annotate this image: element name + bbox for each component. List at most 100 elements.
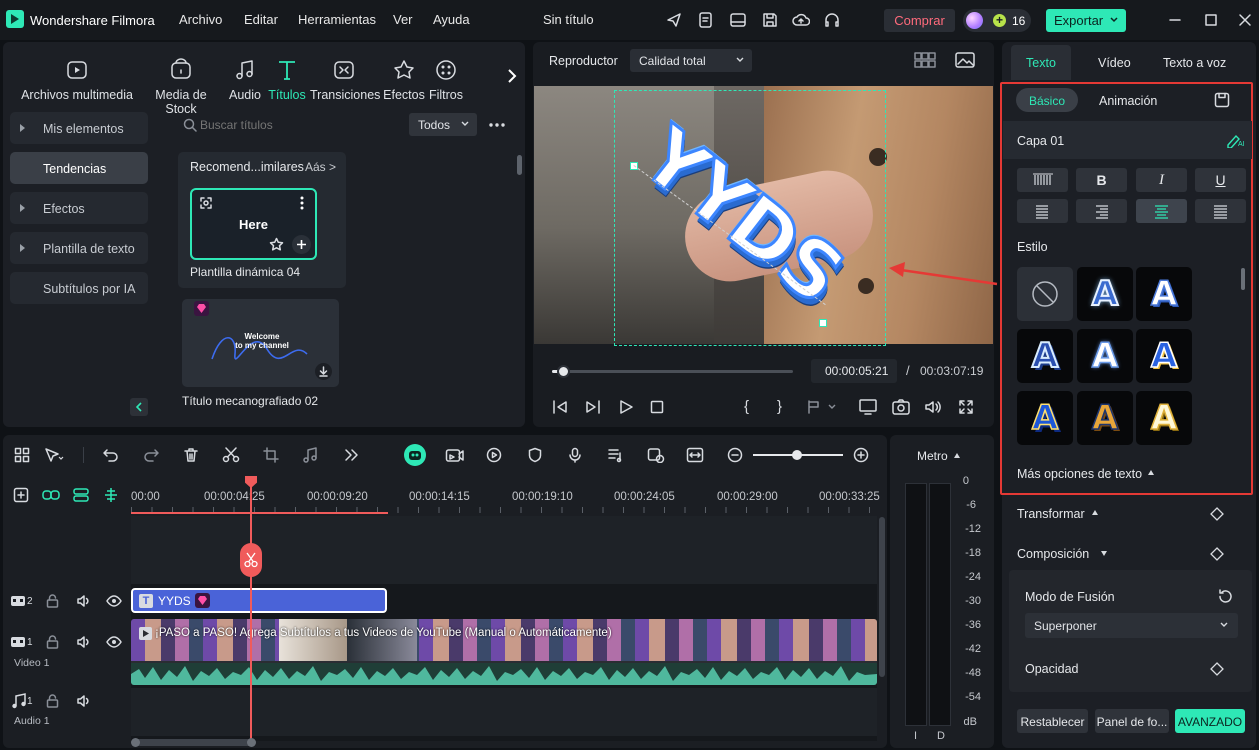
prev-frame-icon[interactable] [551,399,569,415]
credits-badge[interactable]: + 16 [963,9,1031,32]
sidebar-item-tendencias[interactable]: Tendencias [10,152,148,184]
snap-magnet-icon[interactable] [103,487,119,503]
align-right-button[interactable] [1076,199,1127,223]
bold-button[interactable]: B [1076,168,1127,192]
ai-edit-icon[interactable]: AI [1226,132,1246,148]
style-preset-2[interactable]: A [1136,267,1192,321]
marker-icon[interactable] [807,400,837,414]
transform-section[interactable]: Transformar [1017,507,1085,521]
sidebar-item-efectos[interactable]: Efectos [10,192,148,224]
italic-button[interactable]: I [1136,168,1187,192]
playhead-scissors-button[interactable] [240,543,262,577]
track-volume-icon[interactable] [77,594,91,608]
card-menu-icon[interactable] [300,196,304,210]
reset-button[interactable]: Restablecer [1017,709,1088,733]
mark-in-icon[interactable]: { [744,398,749,415]
select-tool-icon[interactable] [44,447,64,463]
title-card-typewriter-02[interactable]: Welcome to my channel [182,299,339,387]
scrollbar-knob[interactable] [247,738,256,747]
more-options-icon[interactable] [488,122,506,128]
undo-icon[interactable] [102,447,120,463]
zoom-in-icon[interactable] [853,447,869,463]
tab-video[interactable]: Vídeo [1098,56,1131,70]
fit-width-icon[interactable] [686,447,704,463]
layout-grid-icon[interactable] [14,447,30,463]
style-preset-6[interactable]: A [1017,391,1073,445]
track-group-icon[interactable] [72,487,90,503]
tab-audio[interactable]: Audio [225,58,265,102]
save-icon[interactable] [761,11,779,29]
shield-icon[interactable] [527,447,543,463]
close-icon[interactable] [1237,12,1253,28]
search-input[interactable] [200,114,400,136]
resize-handle[interactable] [819,319,827,327]
headset-icon[interactable] [823,11,841,29]
ai-robot-icon[interactable] [404,444,426,466]
current-time-box[interactable]: 00:00:05:21 [811,359,897,383]
mark-out-icon[interactable]: } [777,398,782,415]
more-link[interactable]: Aás > [305,160,336,174]
microphone-icon[interactable] [567,447,583,463]
tab-filtros[interactable]: Filtros [428,58,464,102]
horizontal-scrollbar[interactable] [133,739,254,746]
panel-button[interactable]: Panel de fo... [1095,709,1169,733]
send-icon[interactable] [665,11,683,29]
track-volume-icon[interactable] [77,635,91,649]
align-center-button[interactable] [1136,199,1187,223]
playback-handle[interactable] [557,365,570,378]
eye-icon[interactable] [106,636,122,648]
lock-icon[interactable] [46,694,59,708]
style-none[interactable] [1017,267,1073,321]
align-left-button[interactable] [1017,199,1068,223]
composition-section[interactable]: Composición [1017,547,1089,561]
export-button[interactable]: Exportar [1046,9,1126,32]
cloud-upload-icon[interactable] [792,11,810,29]
menu-ayuda[interactable]: Ayuda [433,12,470,27]
tab-media-de-stock[interactable]: Media de Stock [139,58,223,116]
meter-label[interactable]: Metro [917,449,948,463]
play-icon[interactable] [618,399,634,415]
keyframe-diamond-icon[interactable] [1210,507,1224,521]
subtab-animacion[interactable]: Animación [1099,94,1157,108]
title-card-dynamic-04[interactable]: Here [190,188,317,260]
menu-herramientas[interactable]: Herramientas [298,12,376,27]
keyframe-diamond-icon[interactable] [1210,662,1224,676]
keyframe-diamond-icon[interactable] [1210,547,1224,561]
layout-icon[interactable] [729,11,747,29]
sidebar-item-mis-elementos[interactable]: Mis elementos [10,112,148,144]
split-scissors-icon[interactable] [222,447,240,463]
underline-button[interactable]: U [1195,168,1246,192]
favorite-star-icon[interactable] [269,237,284,252]
next-frame-icon[interactable] [584,399,602,415]
text-spacing-button[interactable] [1017,168,1068,192]
add-track-icon[interactable] [13,487,29,503]
style-preset-7[interactable]: A [1077,391,1133,445]
menu-archivo[interactable]: Archivo [179,12,222,27]
collapse-sidebar-button[interactable] [130,398,148,416]
video-clip[interactable]: ¡PASO a PASO! Agrega Subtítulos a tus Vi… [131,619,877,685]
stop-icon[interactable] [650,400,664,414]
selection-box[interactable] [614,90,886,346]
playback-progress-track[interactable] [552,370,793,373]
chevron-right-icon[interactable] [506,68,518,84]
menu-editar[interactable]: Editar [244,12,278,27]
grid-view-icon[interactable] [914,52,936,68]
vertical-scrollbar[interactable] [879,517,885,677]
sidebar-item-subtitulos-ia[interactable]: Subtítulos por IA [10,272,148,304]
style-scrollbar[interactable] [1241,268,1245,290]
audio-edit-icon[interactable] [302,447,320,463]
add-to-timeline-icon[interactable] [292,235,311,254]
eye-icon[interactable] [106,595,122,607]
volume-icon[interactable] [924,399,942,415]
tab-texto[interactable]: Texto [1011,45,1071,80]
style-preset-4[interactable]: A [1077,329,1133,383]
justify-button[interactable] [1195,199,1246,223]
media-replace-icon[interactable] [647,447,665,463]
track-volume-icon[interactable] [77,694,91,708]
tab-archivos-multimedia[interactable]: Archivos multimedia [20,58,134,102]
tab-transiciones[interactable]: Transiciones [310,58,380,102]
subtab-basico[interactable]: Básico [1016,88,1078,112]
more-tools-icon[interactable] [343,447,359,463]
style-preset-8[interactable]: A [1136,391,1192,445]
blend-mode-dropdown[interactable]: Superponer [1025,613,1238,638]
